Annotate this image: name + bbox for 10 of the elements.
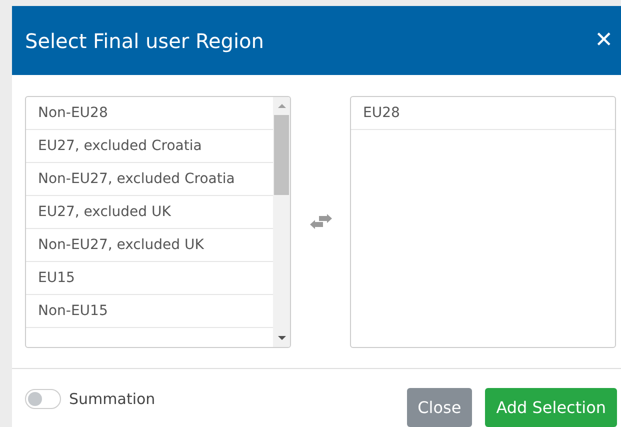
scrollbar[interactable]: [273, 97, 290, 347]
summation-toggle[interactable]: [25, 389, 61, 409]
close-button[interactable]: ✕: [594, 28, 613, 53]
dialog-title: Select Final user Region: [25, 28, 264, 52]
list-item[interactable]: EU28: [351, 97, 615, 130]
scroll-up-icon[interactable]: [278, 103, 286, 109]
swap-arrows-icon[interactable]: [308, 214, 332, 230]
toggle-label: Summation: [69, 390, 156, 408]
scroll-down-icon[interactable]: [278, 335, 286, 341]
scroll-thumb[interactable]: [274, 115, 289, 195]
